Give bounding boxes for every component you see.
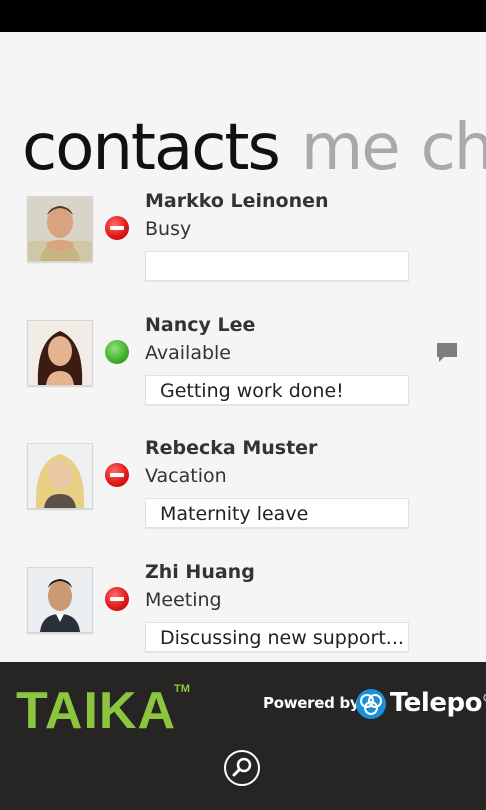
powered-by-label: Powered by (263, 694, 360, 712)
busy-status-icon (105, 463, 129, 487)
available-status-icon (105, 340, 129, 364)
busy-status-icon (105, 216, 129, 240)
taika-logo: TAIKA TM (16, 682, 190, 734)
app-footer: TAIKA TM Powered by Telepo® (0, 662, 486, 810)
contact-status: Busy (145, 218, 192, 240)
contact-name: Nancy Lee (145, 314, 256, 336)
avatar (27, 196, 93, 262)
pivot-item-chat[interactable]: chat (421, 111, 486, 185)
brand-name: TAIKA (16, 682, 176, 734)
telepo-wordmark: Telepo® (390, 688, 486, 718)
avatar (27, 443, 93, 509)
avatar (27, 320, 93, 386)
search-icon (232, 757, 252, 777)
avatar (27, 567, 93, 633)
pivot-item-me[interactable]: me (301, 111, 401, 185)
contact-name: Zhi Huang (145, 561, 255, 583)
partner-name: Telepo (390, 688, 482, 718)
pivot-header: contacts mechat (22, 108, 486, 188)
status-note: Getting work done! (145, 375, 409, 405)
contact-name: Rebecka Muster (145, 437, 318, 459)
contact-item-rebecka[interactable]: Rebecka Muster Vacation Maternity leave (0, 437, 486, 563)
contact-status: Available (145, 342, 232, 364)
contact-status: Meeting (145, 589, 222, 611)
system-status-bar (0, 0, 486, 32)
contact-status: Vacation (145, 465, 227, 487)
status-note: Discussing new support... (145, 622, 409, 652)
status-note (145, 251, 409, 281)
pivot-item-contacts[interactable]: contacts (22, 111, 281, 185)
telepo-logo-icon (356, 689, 386, 719)
chat-bubble-icon[interactable] (435, 342, 459, 364)
search-button[interactable] (224, 750, 260, 786)
status-note: Maternity leave (145, 498, 409, 528)
contact-item-markko[interactable]: Markko Leinonen Busy (0, 190, 486, 316)
contact-item-nancy[interactable]: Nancy Lee Available Getting work done! (0, 314, 486, 440)
brand-trademark: TM (174, 683, 190, 695)
contact-name: Markko Leinonen (145, 190, 329, 212)
busy-status-icon (105, 587, 129, 611)
registered-mark: ® (482, 691, 486, 704)
